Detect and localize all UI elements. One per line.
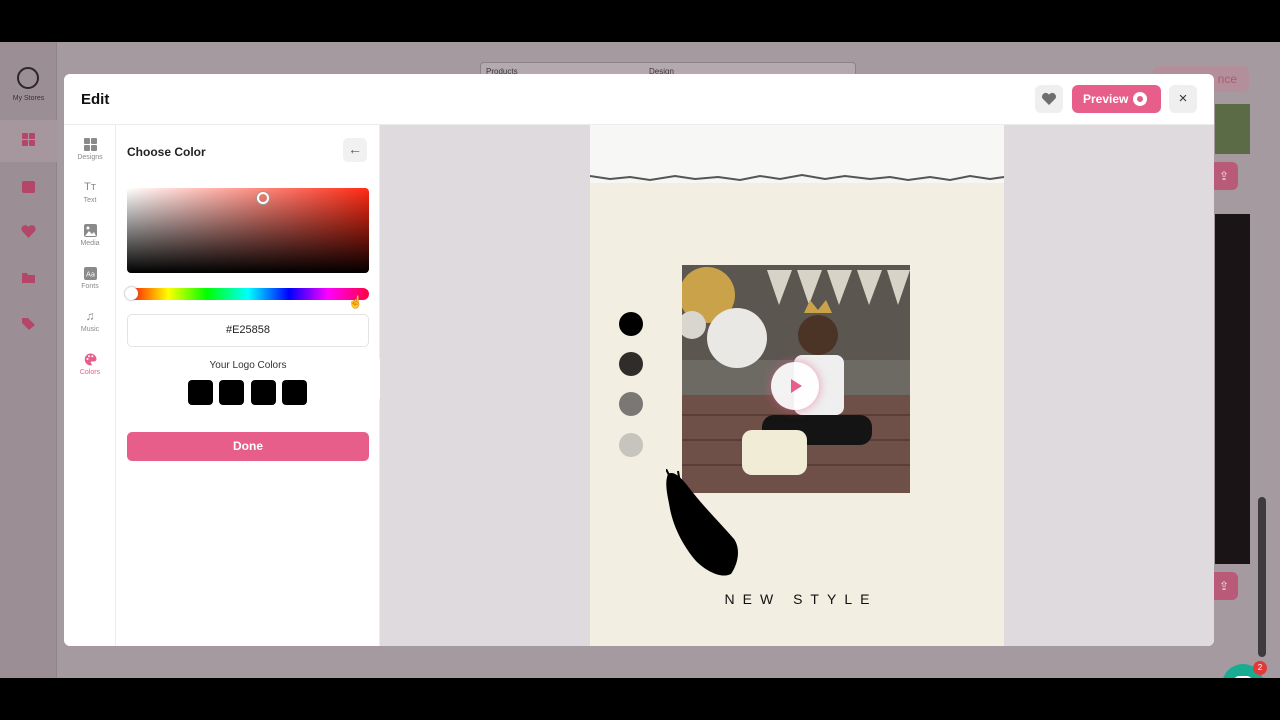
logo-color-swatch[interactable] [219,380,244,405]
modal-header: Edit Preview × [64,74,1214,125]
dashboard-icon[interactable] [20,132,37,147]
rail-item-text[interactable]: Tт Text [64,181,116,204]
rail-label: Fonts [81,283,99,290]
palette-icon [84,353,96,366]
pointer-cursor-icon: ☝ [348,295,363,309]
music-icon: ♫ [85,309,95,323]
favorite-button[interactable] [1035,85,1063,113]
brush-stroke-graphic [666,469,738,576]
rail-label: Designs [77,154,103,161]
eye-icon [1133,92,1147,106]
color-panel: Choose Color ← ☝ #E25858 Your Logo Color… [116,125,380,646]
page-scrollbar[interactable] [1258,497,1266,657]
store-logo-icon [17,67,39,89]
chat-notification-badge: 2 [1253,661,1267,675]
heart-icon [1042,92,1056,105]
rail-label: Media [80,240,100,247]
torn-paper-graphic [590,125,1004,183]
rail-item-media[interactable]: Media [64,224,116,247]
heart-icon[interactable] [20,224,37,239]
store-label: My Stores [12,95,45,102]
rail-label: Music [80,326,100,333]
rail-item-colors[interactable]: Colors [64,353,116,376]
logo-colors-title: Your Logo Colors [209,360,287,371]
logo-color-swatch[interactable] [188,380,213,405]
palette-dot[interactable] [619,312,643,336]
hue-handle[interactable] [125,287,138,300]
font-icon: Aa [83,267,97,280]
hue-slider[interactable] [127,288,369,300]
background-dark-thumbnail [1215,214,1250,564]
rail-item-designs[interactable]: Designs [64,138,116,161]
preview-button[interactable]: Preview [1072,85,1161,113]
palette-dot[interactable] [619,433,643,457]
background-thumbnail [1215,104,1250,154]
design-canvas[interactable]: NEW STYLE [590,125,1004,646]
svg-text:Aa: Aa [85,271,94,279]
back-arrow-icon[interactable]: ← [343,138,367,162]
close-button[interactable]: × [1169,85,1197,113]
chat-icon [1235,676,1251,678]
hex-input[interactable]: #E25858 [127,314,369,347]
upload-icon[interactable]: ⇪ [1210,572,1238,600]
done-button[interactable]: Done [127,432,369,461]
logo-color-swatch[interactable] [282,380,307,405]
rail-label: Colors [79,369,101,376]
background-sidebar: My Stores [0,42,57,678]
preview-label: Preview [1083,92,1129,106]
rail-label: Text [83,197,97,204]
tag-icon[interactable] [20,316,37,331]
modal-title: Edit [81,91,110,108]
edit-modal: Edit Preview × Designs Tт Text Media Aa … [64,74,1214,646]
rail-item-fonts[interactable]: Aa Fonts [64,267,116,290]
rail-item-music[interactable]: ♫ Music [64,309,116,334]
tool-rail: Designs Tт Text Media Aa Fonts ♫ Music C… [64,125,116,646]
play-icon[interactable] [771,362,819,410]
logo-color-swatch[interactable] [251,380,276,405]
saturation-picker[interactable] [127,188,369,273]
saturation-handle[interactable] [257,192,269,204]
grid-icon [83,138,97,151]
image-icon [83,224,97,237]
upload-icon[interactable]: ⇪ [1210,162,1238,190]
text-icon: Tт [84,181,96,193]
tagline-text[interactable]: NEW STYLE [590,591,1004,607]
app-frame: My Stores Products Design nce ⇪ ⇪ Edit P… [0,42,1280,678]
calendar-icon[interactable] [20,179,37,194]
palette-dot[interactable] [619,392,643,416]
design-canvas-area: NEW STYLE [380,125,1214,646]
folder-icon[interactable] [20,270,37,285]
palette-dot[interactable] [619,352,643,376]
panel-title: Choose Color [127,145,206,159]
